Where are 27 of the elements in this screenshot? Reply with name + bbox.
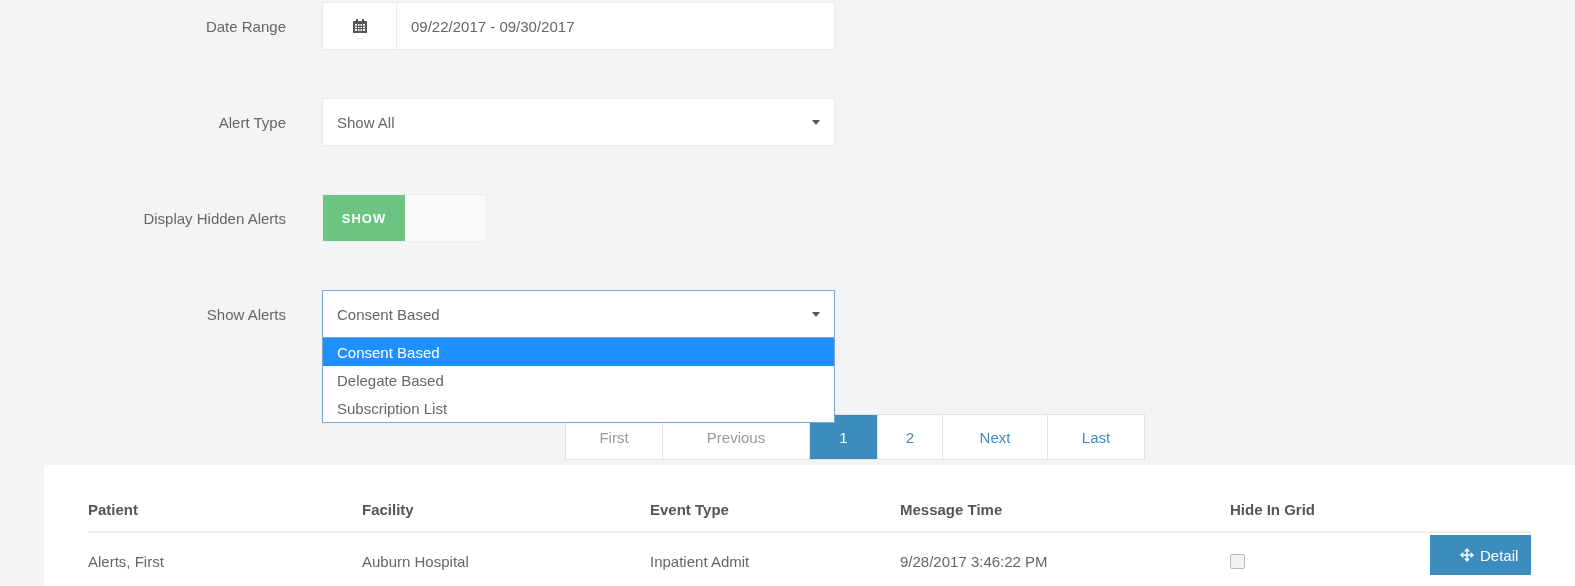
page-button[interactable]: 2 — [877, 414, 943, 460]
move-icon — [1460, 548, 1474, 562]
toggle-switch[interactable]: SHOW — [322, 194, 487, 242]
field-label: Date Range — [204, 17, 286, 35]
table-cell-text: Alerts, First — [88, 551, 165, 572]
column-header: Facility — [362, 487, 650, 533]
page-button[interactable]: Next — [942, 414, 1048, 460]
column-header: Message Time — [900, 487, 1230, 533]
column-header: Event Type — [650, 487, 900, 533]
table-cell-text: Inpatient Admit — [650, 551, 751, 572]
column-header: Hide In Grid — [1230, 487, 1430, 533]
field-label: Display Hidden Alerts — [142, 209, 286, 227]
caret-icon — [812, 120, 820, 125]
calendar-icon — [351, 18, 368, 34]
page-button[interactable]: Last — [1047, 414, 1145, 460]
column-header: Patient — [88, 487, 362, 533]
caret-icon — [812, 312, 820, 317]
field-label: Show Alerts — [205, 305, 286, 323]
calendar-addon[interactable] — [322, 2, 397, 50]
detail-button[interactable]: Detail — [1430, 535, 1531, 575]
hide-checkbox[interactable] — [1230, 553, 1245, 569]
date-range-field[interactable]: 09/22/2017 - 09/30/2017 — [397, 2, 835, 50]
dropdown-option[interactable]: Consent Based — [323, 338, 834, 366]
table-cell-text: 9/28/2017 3:46:22 PM — [900, 551, 1049, 572]
field-label: Alert Type — [217, 113, 286, 131]
select-field[interactable]: Show All — [322, 98, 835, 146]
table-cell-text: Auburn Hospital — [362, 551, 470, 572]
